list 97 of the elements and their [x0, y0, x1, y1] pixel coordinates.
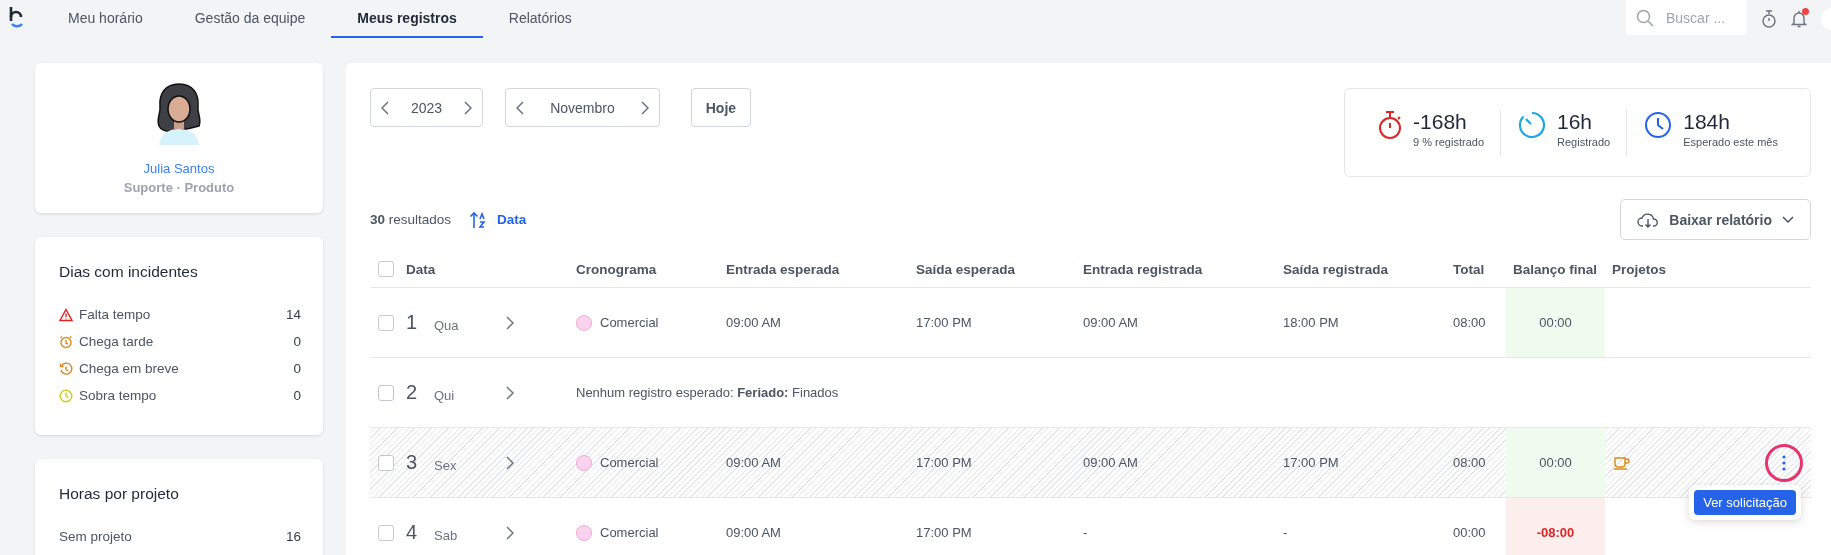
project-hours: 16	[285, 529, 301, 544]
day-number: 2	[406, 381, 419, 404]
expand-icon[interactable]	[506, 525, 514, 540]
table-cell-text: -	[1082, 525, 1089, 540]
clock-icon	[59, 388, 73, 403]
incident-count: 0	[293, 334, 301, 349]
table-cell-text: 09:00 AM	[1082, 455, 1139, 470]
card-title: Dias com incidentes	[59, 263, 199, 281]
expand-icon[interactable]	[506, 455, 514, 470]
stopwatch-icon[interactable]	[1761, 10, 1777, 28]
expand-icon[interactable]	[506, 315, 514, 330]
day-number: 3	[406, 451, 419, 474]
incident-label: Falta tempo	[79, 307, 151, 322]
nav-tab[interactable]: Gestão da equipe	[168, 0, 332, 38]
column-header[interactable]: Saída esperada	[909, 261, 1076, 277]
expand-icon[interactable]	[506, 385, 514, 400]
user-name[interactable]: Julia Santos	[143, 161, 215, 176]
schedule-name: Comercial	[600, 455, 659, 470]
column-header[interactable]: Cronograma	[569, 261, 719, 277]
stat-value: 16h	[1557, 109, 1594, 134]
month-selector[interactable]: Novembro	[505, 88, 660, 127]
project-label: Sem projeto	[59, 529, 132, 544]
column-header[interactable]: Balanço final	[1506, 261, 1605, 277]
incident-label: Chega tarde	[79, 334, 154, 349]
today-button[interactable]: Hoje	[690, 88, 752, 127]
incident-label: Chega em breve	[79, 361, 179, 376]
sort-button[interactable]: Data	[463, 209, 533, 230]
incident-count: 0	[293, 388, 301, 403]
table-cell-text: -	[1282, 525, 1289, 540]
cloud-download-icon	[1637, 210, 1660, 229]
schedule-name: Comercial	[600, 525, 659, 540]
download-button[interactable]: Baixar relatório	[1620, 199, 1811, 240]
stat-value: 184h	[1683, 109, 1731, 134]
table-cell-text: 17:00 PM	[915, 315, 973, 330]
holiday-note: Nenhum registro esperado: Feriado: Finados	[575, 385, 840, 400]
column-header[interactable]: Saída registrada	[1276, 261, 1446, 277]
search-field[interactable]: Buscar ...	[1626, 0, 1747, 35]
nav-tab[interactable]: Meu horário	[42, 0, 169, 38]
column-header[interactable]: Total	[1446, 261, 1506, 277]
stat-label: 9 % registrado	[1413, 135, 1484, 148]
view-request-button[interactable]: Ver solicitação	[1694, 490, 1796, 515]
incident-count: 0	[293, 361, 301, 376]
row-checkbox[interactable]	[378, 314, 394, 331]
more-icon	[1782, 454, 1786, 471]
search-input[interactable]: Buscar ...	[1664, 8, 1730, 27]
incident-count: 14	[285, 307, 301, 322]
notification-bell-icon[interactable]	[1791, 10, 1807, 28]
weekday: Sex	[434, 458, 458, 473]
alarm-clock-icon	[59, 334, 73, 349]
results-count: 30 resultados	[370, 212, 452, 227]
stat-label: Registrado	[1557, 135, 1611, 148]
weekday: Sab	[434, 528, 459, 543]
row-checkbox[interactable]	[378, 524, 394, 541]
table-cell-text: 08:00	[1452, 315, 1487, 330]
weekday: Qui	[434, 388, 456, 403]
schedule-name: Comercial	[600, 315, 659, 330]
nav-tab[interactable]: Meus registros	[331, 0, 483, 38]
column-header[interactable]: Data	[406, 261, 436, 277]
history-icon	[59, 361, 73, 376]
table-cell-text: 09:00 AM	[725, 455, 782, 470]
table-cell-text: 00:00	[1452, 525, 1487, 540]
table-cell-text: 17:00 PM	[1282, 455, 1340, 470]
day-number: 1	[406, 311, 419, 334]
column-header[interactable]: Entrada esperada	[719, 261, 909, 277]
table-cell-text: 09:00 AM	[1082, 315, 1139, 330]
warning-icon	[59, 307, 73, 322]
table-cell-text: 08:00	[1452, 455, 1487, 470]
card-title: Horas por projeto	[59, 485, 180, 503]
table-cell-text: 17:00 PM	[915, 525, 973, 540]
column-header[interactable]: Entrada registrada	[1076, 261, 1276, 277]
logo-icon[interactable]	[8, 6, 26, 30]
table-cell-text: 09:00 AM	[725, 525, 782, 540]
year-selector[interactable]: 2023	[370, 88, 484, 127]
stat-value: -168h	[1413, 109, 1468, 134]
nav-tab[interactable]: Relatórios	[482, 0, 598, 38]
more-menu-button[interactable]	[1765, 443, 1803, 482]
timer-icon	[1517, 109, 1547, 140]
table-cell-text: 18:00 PM	[1282, 315, 1340, 330]
balance-cell: -08:00	[1506, 498, 1605, 555]
sort-icon	[469, 210, 488, 229]
search-icon	[1636, 8, 1654, 27]
row-checkbox[interactable]	[378, 384, 394, 401]
incident-label: Sobra tempo	[79, 388, 157, 403]
day-number: 4	[406, 521, 419, 544]
stopwatch-icon	[1377, 109, 1404, 140]
weekday: Qua	[434, 318, 460, 333]
table-cell-text: 17:00 PM	[915, 455, 973, 470]
row-checkbox[interactable]	[378, 454, 394, 471]
balance-cell: 00:00	[1506, 428, 1605, 497]
user-team: Suporte · Produto	[123, 180, 235, 195]
balance-cell: 00:00	[1506, 288, 1605, 357]
table-cell-text: 09:00 AM	[725, 315, 782, 330]
caret-icon	[1782, 215, 1794, 224]
select-all-checkbox[interactable]	[378, 261, 394, 277]
clock-icon	[1643, 109, 1674, 140]
stat-label: Esperado este mês	[1683, 135, 1778, 148]
column-header[interactable]: Projetos	[1605, 261, 1811, 277]
